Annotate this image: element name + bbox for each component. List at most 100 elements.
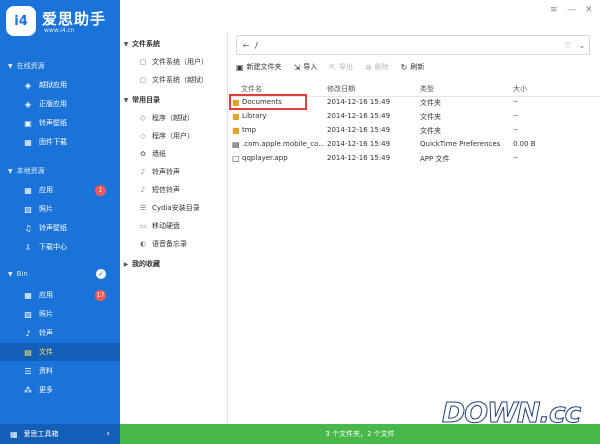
microphone-icon: ◐ [139, 240, 147, 248]
brand-url: www.i4.cn [44, 27, 75, 34]
new-folder-icon: ▣ [236, 62, 244, 72]
sidebar-item-device-ringtones[interactable]: ♪ 铃声 [0, 324, 120, 342]
photo-icon: ▨ [24, 309, 32, 319]
chevron-down-icon: ▼ [8, 167, 13, 175]
close-icon[interactable]: ✕ [585, 5, 593, 15]
address-path[interactable]: / [255, 41, 561, 50]
sidebar-item-official-apps[interactable]: ◈ 正版应用 [0, 95, 120, 113]
list-icon: ☰ [24, 366, 32, 376]
grid-icon: ▦ [24, 185, 32, 195]
file-icon: ▤ [232, 140, 240, 149]
sidebar-item-more[interactable]: ⁂ 更多 [0, 381, 120, 399]
tree-fs-jailbreak[interactable]: ▢ 文件系统（越狱） [138, 71, 208, 89]
drive-icon: ▭ [139, 222, 147, 230]
chevron-down-icon: ▼ [8, 270, 13, 278]
sidebar-item-local-ringtones[interactable]: ♫ 铃声壁纸 [0, 219, 120, 237]
chevron-down-icon: ▼ [8, 62, 13, 70]
column-type[interactable]: 类型 [420, 84, 434, 94]
sidebar-item-local-apps[interactable]: ▦ 应用 1 [0, 181, 120, 199]
chevron-right-icon: › [106, 429, 110, 439]
bell-icon: ♪ [140, 186, 146, 194]
file-toolbar: ▣ 新建文件夹 ⇲ 导入 ⇱ 导出 ⊗ 删除 ↻ 刷新 [236, 60, 436, 74]
back-arrow-icon[interactable]: ← [237, 41, 255, 50]
sidebar-item-local-photos[interactable]: ▨ 照片 [0, 200, 120, 218]
bell-icon: ♪ [140, 168, 146, 176]
tree-usb-drive[interactable]: ▭ 移动硬盘 [138, 217, 180, 235]
tree-apps-user[interactable]: ◇ 程序（用户） [138, 127, 194, 145]
column-date[interactable]: 修改日期 [327, 84, 355, 94]
chevron-down-icon: ▼ [123, 96, 129, 104]
check-icon: ✓ [96, 269, 106, 279]
tree-wallpaper[interactable]: ✿ 墙纸 [138, 145, 166, 163]
export-icon: ⇱ [329, 62, 336, 72]
chevron-down-icon: ▼ [123, 40, 129, 48]
delete-icon: ⊗ [364, 62, 372, 72]
menu-icon[interactable]: ≡ [550, 5, 558, 15]
toolbox-icon: ▦ [10, 429, 18, 439]
table-row[interactable]: ■ Library 2014-12-16 15:49 文件夹 -- [228, 110, 600, 124]
count-badge: 17 [95, 290, 106, 301]
tree-filesystem[interactable]: ▼ 文件系统 [120, 35, 160, 53]
tree-fs-user[interactable]: ▢ 文件系统（用户） [138, 53, 208, 71]
app-logo: i4 [6, 6, 36, 36]
tree-common[interactable]: ▼ 常用目录 [120, 91, 160, 109]
brand-name: 爱思助手 [42, 10, 107, 28]
import-button[interactable]: ⇲ 导入 [294, 62, 318, 72]
download-icon: ⇩ [24, 242, 32, 252]
tree-ringtones[interactable]: ♪ 铃声铃声 [138, 163, 180, 181]
section-local[interactable]: ▼ 本地资源 [8, 166, 45, 176]
folder-icon: ■ [232, 112, 240, 121]
table-row[interactable]: ▤ .com.apple.mobile_co... 2014-12-16 15:… [228, 138, 600, 152]
sidebar-item-device-apps[interactable]: ▦ 应用 17 [0, 286, 120, 304]
tree-voice-memos[interactable]: ◐ 语音备忘录 [138, 235, 187, 253]
table-row[interactable]: ▢ qqplayer.app 2014-12-16 15:49 APP 文件 -… [228, 152, 600, 166]
toolbox-button[interactable]: ▦ 爱思工具箱 › [0, 424, 120, 444]
minimize-icon[interactable]: — [567, 5, 576, 15]
chip-icon: ▦ [24, 137, 32, 147]
tree-cydia[interactable]: ☰ Cydia安装目录 [138, 199, 200, 217]
sidebar-item-info[interactable]: ☰ 资料 [0, 362, 120, 380]
image-icon: ✿ [140, 150, 146, 158]
app-icon: ▢ [232, 154, 240, 163]
sidebar-item-ringtones-wallpapers[interactable]: ▣ 铃声壁纸 [0, 114, 120, 132]
sidebar-item-jailbreak-apps[interactable]: ◈ 越狱应用 [0, 76, 120, 94]
app-icon: ◇ [140, 114, 146, 122]
sidebar-item-files[interactable]: ▤ 文件 [0, 343, 120, 361]
file-icon: ▤ [24, 347, 32, 357]
refresh-button[interactable]: ↻ 刷新 [401, 62, 425, 72]
table-row[interactable]: ■ tmp 2014-12-16 15:49 文件夹 -- [228, 124, 600, 138]
section-device[interactable]: ▼ Bin [8, 270, 28, 278]
column-name[interactable]: 文件名 [241, 84, 262, 94]
selection-highlight [229, 94, 307, 110]
music-icon: ♫ [24, 223, 32, 233]
folder-icon: ■ [232, 126, 240, 135]
sidebar: i4 爱思助手 www.i4.cn ▼ 在线资源 ◈ 越狱应用 ◈ 正版应用 ▣ 铃声壁… [0, 0, 120, 444]
import-icon: ⇲ [293, 62, 301, 72]
image-icon: ▣ [24, 118, 32, 128]
file-icon: ▢ [139, 58, 147, 66]
count-badge: 1 [95, 185, 106, 196]
heart-icon[interactable]: ♡ [561, 41, 575, 50]
column-size[interactable]: 大小 [513, 84, 527, 94]
tree-favorites[interactable]: ▶ 我的收藏 [120, 255, 160, 273]
export-button[interactable]: ⇱ 导出 [329, 62, 353, 72]
cube-icon: ◈ [24, 80, 32, 90]
photo-icon: ▨ [24, 204, 32, 214]
sidebar-item-firmware[interactable]: ▦ 固件下载 [0, 133, 120, 151]
refresh-icon: ↻ [400, 62, 408, 72]
sidebar-item-download-center[interactable]: ⇩ 下载中心 [0, 238, 120, 256]
app-icon: ◇ [140, 132, 146, 140]
list-icon: ☰ [139, 204, 147, 212]
address-bar[interactable]: ← / ♡ ⌄ [236, 35, 590, 55]
tree-apps-jailbreak[interactable]: ◇ 程序（越狱） [138, 109, 194, 127]
tree-sms-tones[interactable]: ♪ 短信铃声 [138, 181, 180, 199]
new-folder-button[interactable]: ▣ 新建文件夹 [236, 62, 282, 72]
title-bar: ≡ — ✕ [120, 0, 600, 22]
chevron-right-icon: ▶ [123, 260, 129, 268]
chevron-down-icon[interactable]: ⌄ [575, 41, 589, 50]
bell-icon: ♪ [25, 328, 31, 338]
section-online[interactable]: ▼ 在线资源 [8, 61, 45, 71]
delete-button[interactable]: ⊗ 删除 [365, 62, 389, 72]
sidebar-item-device-photos[interactable]: ▨ 照片 [0, 305, 120, 323]
file-icon: ▢ [139, 76, 147, 84]
